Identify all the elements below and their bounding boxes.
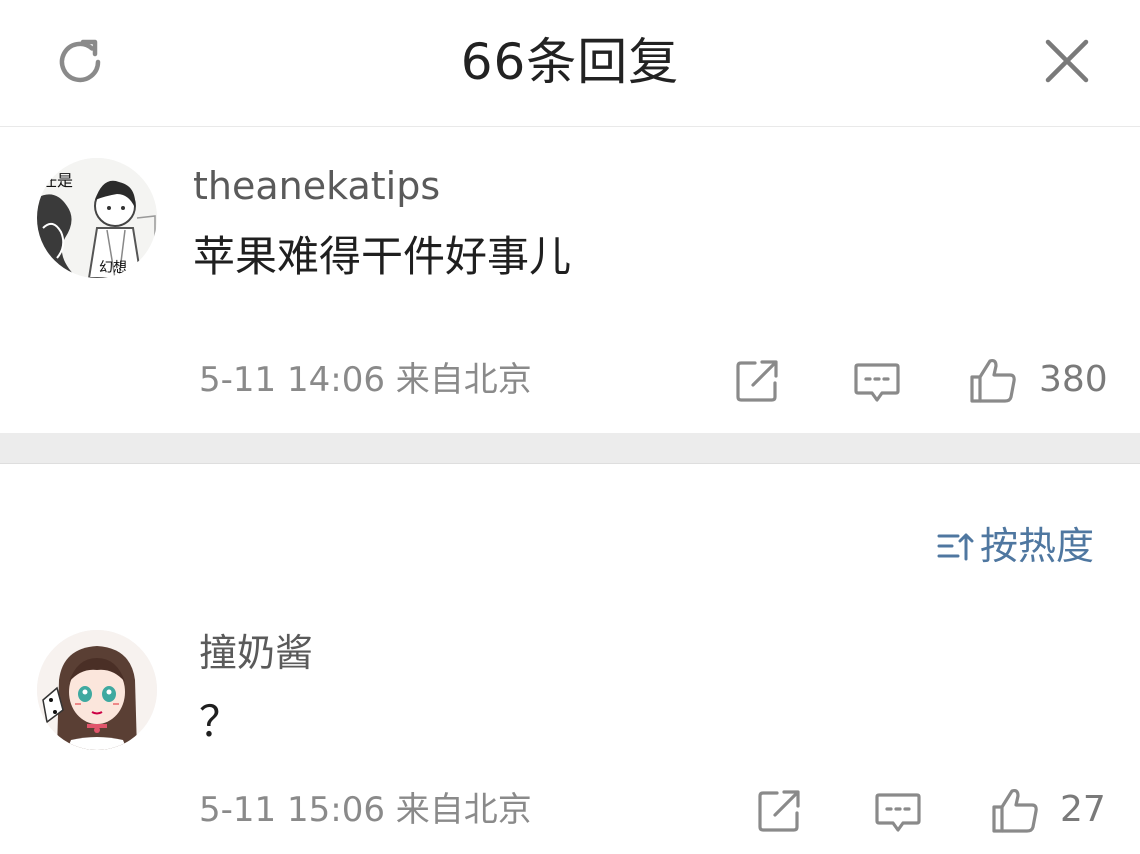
header-bar: 66条回复 bbox=[0, 0, 1140, 127]
comment-text: 苹果难得干件好事儿 bbox=[193, 232, 572, 281]
avatar-caption-bottom: 幻想 bbox=[99, 260, 127, 276]
avatar-caption-top: 任是 bbox=[41, 171, 73, 190]
share-icon[interactable] bbox=[733, 355, 783, 405]
avatar-image bbox=[37, 630, 157, 750]
thumbs-up-icon[interactable] bbox=[990, 785, 1040, 835]
avatar[interactable] bbox=[37, 630, 157, 750]
close-icon[interactable] bbox=[1040, 34, 1094, 88]
sort-label: 按热度 bbox=[980, 524, 1095, 568]
page-title: 66条回复 bbox=[460, 33, 680, 91]
avatar-image: 任是 幻想 bbox=[37, 158, 157, 278]
comment-username[interactable]: theanekatips bbox=[193, 163, 440, 209]
sort-toggle[interactable]: 按热度 bbox=[936, 520, 1094, 572]
section-divider bbox=[0, 433, 1140, 464]
avatar[interactable]: 任是 幻想 bbox=[37, 158, 157, 278]
like-count: 380 bbox=[1039, 359, 1108, 400]
comment-icon[interactable] bbox=[873, 787, 923, 837]
comment-icon[interactable] bbox=[852, 357, 902, 407]
sort-icon bbox=[937, 533, 974, 561]
thumbs-up-icon[interactable] bbox=[968, 355, 1018, 405]
reply-meta: 5-11 15:06 来自北京 bbox=[199, 790, 532, 830]
reply-text: ？ bbox=[199, 697, 242, 746]
comment-meta: 5-11 14:06 来自北京 bbox=[199, 360, 532, 400]
share-icon[interactable] bbox=[755, 785, 805, 835]
like-count: 27 bbox=[1060, 789, 1106, 830]
reply-username[interactable]: 撞奶酱 bbox=[199, 630, 313, 676]
